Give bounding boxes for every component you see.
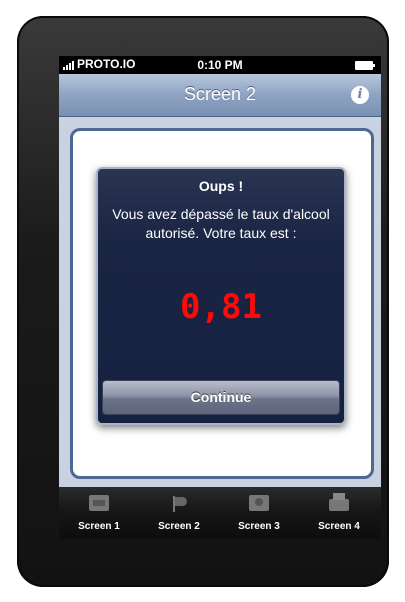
tab-label: Screen 1 (78, 521, 120, 532)
phone-frame: PROTO.IO 0:10 PM Screen 2 i Oups ! Vous … (17, 16, 389, 587)
media-icon (89, 495, 109, 511)
battery-icon (355, 61, 375, 70)
tab-screen-2[interactable]: Screen 2 (139, 487, 219, 539)
alert-title: Oups ! (198, 178, 244, 194)
status-bar: PROTO.IO 0:10 PM (59, 56, 381, 74)
navigation-bar: Screen 2 i (59, 74, 381, 117)
device-screen: PROTO.IO 0:10 PM Screen 2 i Oups ! Vous … (59, 56, 381, 539)
status-time: 0:10 PM (197, 58, 243, 72)
alert-dialog: Oups ! Vous avez dépassé le taux d'alcoo… (96, 167, 346, 425)
badge-icon (249, 495, 269, 511)
printer-icon (329, 493, 349, 511)
tab-screen-3[interactable]: Screen 3 (219, 487, 299, 539)
tab-label: Screen 3 (238, 521, 280, 532)
page-title: Screen 2 (183, 84, 257, 104)
tab-label: Screen 2 (158, 521, 200, 532)
tab-screen-1[interactable]: Screen 1 (59, 487, 139, 539)
tab-bar: Screen 1 Screen 2 Screen 3 Screen 4 (59, 487, 381, 539)
flag-icon (169, 495, 189, 512)
continue-button[interactable]: Continue (102, 380, 340, 415)
tab-screen-4[interactable]: Screen 4 (299, 487, 379, 539)
tab-label: Screen 4 (318, 521, 360, 532)
alcohol-rate-value: 0,81 (180, 287, 262, 327)
info-icon[interactable]: i (351, 86, 369, 104)
alert-message: Vous avez dépassé le taux d'alcool autor… (112, 206, 330, 241)
